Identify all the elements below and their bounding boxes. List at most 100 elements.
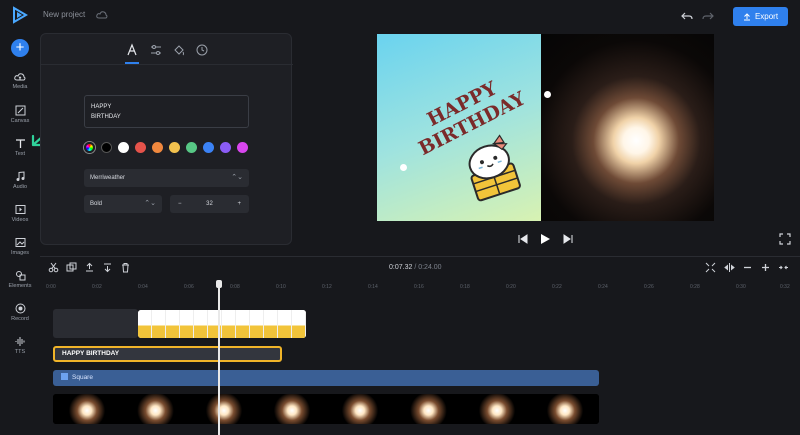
project-name[interactable]: New project <box>43 10 85 19</box>
square-clip[interactable]: Square <box>53 370 599 386</box>
skip-back-icon[interactable] <box>516 232 530 246</box>
duplicate-icon[interactable] <box>66 262 77 273</box>
clip-frame <box>222 310 236 338</box>
export-button[interactable]: Export <box>733 7 788 26</box>
clip-frame <box>250 310 264 338</box>
video-frame <box>530 394 599 424</box>
rail-item-images[interactable]: Images <box>0 237 40 256</box>
gift-sticker-clip[interactable] <box>138 310 306 338</box>
snap-icon[interactable] <box>724 262 735 273</box>
fit-timeline-icon[interactable] <box>705 262 716 273</box>
delete-icon[interactable] <box>120 262 131 273</box>
cloud-upload-icon <box>14 73 26 81</box>
rail-item-record[interactable]: Record <box>0 303 40 322</box>
add-button[interactable]: + <box>11 39 29 57</box>
tab-adjust-icon[interactable] <box>149 43 163 57</box>
swatch-0[interactable] <box>101 142 112 153</box>
top-bar: New project Export <box>0 0 800 32</box>
video-frame <box>462 394 531 424</box>
tab-text-icon[interactable] <box>125 43 139 57</box>
zoom-out-icon[interactable] <box>742 262 753 273</box>
gift-sticker[interactable] <box>453 131 533 203</box>
skip-forward-icon[interactable] <box>561 232 575 246</box>
color-picker-icon[interactable] <box>84 142 95 153</box>
ruler-tick: 0:24 <box>598 284 608 290</box>
rail-item-audio[interactable]: Audio <box>0 171 40 190</box>
export-label: Export <box>754 12 779 21</box>
undo-icon[interactable] <box>681 10 693 22</box>
swatch-7[interactable] <box>220 142 231 153</box>
font-value: Merriweather <box>90 175 126 181</box>
total-time: 0:24.00 <box>418 264 442 271</box>
rail-label: Audio <box>12 184 28 190</box>
resize-handle[interactable] <box>544 91 551 98</box>
play-icon[interactable] <box>538 232 552 246</box>
video-frame <box>189 394 258 424</box>
font-size-stepper[interactable]: − 32 + <box>170 195 249 213</box>
video-frame <box>53 394 122 424</box>
rail-item-videos[interactable]: Videos <box>0 204 40 223</box>
text-icon <box>15 139 25 148</box>
ruler-tick: 0:02 <box>92 284 102 290</box>
app-logo-icon[interactable] <box>11 6 29 24</box>
music-note-icon <box>16 171 24 181</box>
clip-frame <box>292 310 306 338</box>
current-time: 0:07.32 <box>389 264 413 271</box>
ruler-tick: 0:12 <box>322 284 332 290</box>
video-frame <box>394 394 463 424</box>
playhead[interactable] <box>218 281 220 435</box>
video-frame <box>326 394 395 424</box>
swatch-4[interactable] <box>169 142 180 153</box>
video-frame <box>257 394 326 424</box>
zoom-in-icon[interactable] <box>760 262 771 273</box>
ruler-tick: 0:00 <box>46 284 56 290</box>
clip-frame <box>166 310 180 338</box>
rail-label: Canvas <box>10 118 30 124</box>
tab-timing-icon[interactable] <box>195 43 209 57</box>
rail-item-tts[interactable]: TTS <box>0 336 40 355</box>
tab-separator <box>41 64 293 65</box>
resize-handle[interactable] <box>400 164 407 171</box>
split-icon[interactable] <box>48 262 59 273</box>
swatch-2[interactable] <box>135 142 146 153</box>
swatch-3[interactable] <box>152 142 163 153</box>
rail-label: Elements <box>8 283 32 289</box>
swatch-5[interactable] <box>186 142 197 153</box>
fullscreen-icon[interactable] <box>779 233 791 245</box>
swatch-6[interactable] <box>203 142 214 153</box>
preview-canvas[interactable]: HAPPY BIRTHDAY <box>377 34 714 221</box>
video-frame <box>121 394 190 424</box>
color-swatches <box>84 142 248 153</box>
rail-item-media[interactable]: Media <box>0 72 40 90</box>
font-weight-select[interactable]: Bold ⌃⌄ <box>84 195 162 213</box>
bring-forward-icon[interactable] <box>84 262 95 273</box>
chevron-updown-icon: ⌃⌄ <box>144 200 156 207</box>
ruler-tick: 0:32 <box>780 284 790 290</box>
text-clip[interactable]: HAPPY BIRTHDAY <box>53 346 282 362</box>
shapes-icon <box>15 271 25 281</box>
rail-item-elements[interactable]: Elements <box>0 270 40 289</box>
swatch-1[interactable] <box>118 142 129 153</box>
text-clip-label: HAPPY BIRTHDAY <box>62 350 120 357</box>
text-content-input[interactable]: HAPPY BIRTHDAY <box>84 95 249 128</box>
font-select[interactable]: Merriweather ⌃⌄ <box>84 169 249 187</box>
ruler-tick: 0:22 <box>552 284 562 290</box>
video-clip[interactable] <box>53 394 599 424</box>
redo-icon[interactable] <box>702 10 714 22</box>
ruler-tick: 0:20 <box>506 284 516 290</box>
clip-frame <box>152 310 166 338</box>
rail-item-canvas[interactable]: Canvas <box>0 105 40 124</box>
swatch-8[interactable] <box>237 142 248 153</box>
ruler-tick: 0:28 <box>690 284 700 290</box>
time-separator: / <box>414 264 417 271</box>
send-backward-icon[interactable] <box>102 262 113 273</box>
waveform-icon <box>15 337 24 346</box>
left-rail <box>0 32 40 435</box>
record-icon <box>15 303 25 314</box>
plus-icon[interactable]: + <box>237 195 241 213</box>
collapse-icon[interactable] <box>778 262 789 273</box>
playhead-handle[interactable] <box>216 280 222 288</box>
tab-fill-icon[interactable] <box>172 43 186 57</box>
upload-icon <box>743 12 750 20</box>
chevron-updown-icon: ⌃⌄ <box>231 174 243 181</box>
